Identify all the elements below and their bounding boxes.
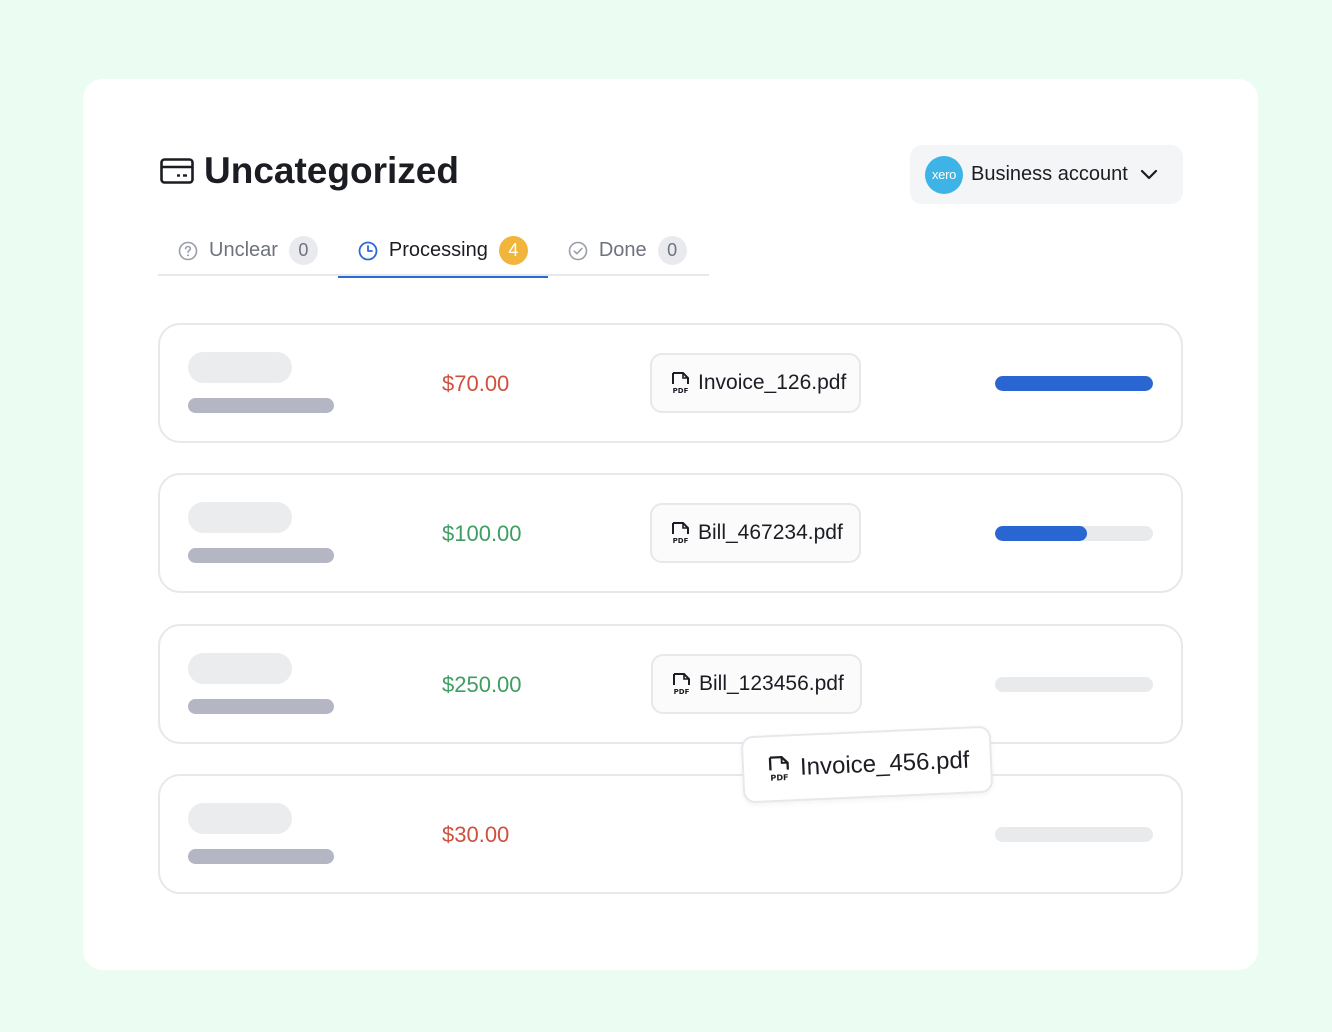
tab-label: Processing bbox=[388, 239, 488, 261]
account-selector[interactable]: xero Business account bbox=[910, 145, 1183, 204]
pdf-file-icon: PDF bbox=[671, 522, 690, 544]
check-circle-icon bbox=[568, 241, 588, 261]
file-name: Bill_123456.pdf bbox=[699, 672, 844, 695]
amount: $70.00 bbox=[442, 371, 510, 396]
amount: $30.00 bbox=[442, 822, 510, 847]
transaction-row[interactable]: $100.00 PDF Bill_467234.pdf bbox=[158, 473, 1183, 593]
count-badge: 4 bbox=[498, 236, 528, 265]
progress-bar bbox=[995, 526, 1153, 541]
skeleton-title bbox=[188, 803, 292, 834]
page-title: Uncategorized bbox=[204, 150, 459, 191]
skeleton-subtitle bbox=[188, 398, 334, 413]
file-chip[interactable]: PDF Bill_467234.pdf bbox=[650, 503, 861, 563]
skeleton-subtitle bbox=[188, 699, 334, 714]
skeleton-subtitle bbox=[188, 548, 334, 563]
skeleton-title bbox=[188, 502, 292, 533]
file-name: Invoice_126.pdf bbox=[698, 371, 847, 394]
amount: $250.00 bbox=[442, 672, 522, 697]
page-header: Uncategorized bbox=[160, 150, 459, 192]
count-badge: 0 bbox=[657, 236, 687, 265]
count-badge: 0 bbox=[288, 236, 318, 265]
svg-text:PDF: PDF bbox=[770, 772, 789, 782]
question-circle-icon bbox=[178, 241, 198, 261]
skeleton-title bbox=[188, 352, 292, 383]
svg-text:PDF: PDF bbox=[674, 688, 690, 695]
dragged-file-chip[interactable]: PDF Invoice_456.pdf bbox=[740, 725, 994, 804]
tab-label: Unclear bbox=[209, 239, 278, 261]
skeleton-subtitle bbox=[188, 849, 334, 864]
transaction-row[interactable]: $70.00 PDF Invoice_126.pdf bbox=[158, 323, 1183, 443]
skeleton-title bbox=[188, 653, 292, 684]
file-chip[interactable]: PDF Invoice_126.pdf bbox=[650, 353, 861, 413]
tab-processing[interactable]: Processing 4 bbox=[337, 225, 548, 278]
svg-text:PDF: PDF bbox=[673, 387, 689, 394]
tab-unclear[interactable]: Unclear 0 bbox=[158, 225, 338, 276]
svg-text:PDF: PDF bbox=[673, 537, 689, 544]
file-name: Invoice_456.pdf bbox=[799, 746, 970, 781]
progress-bar bbox=[995, 677, 1153, 692]
progress-bar bbox=[995, 827, 1153, 842]
tab-done[interactable]: Done 0 bbox=[548, 225, 707, 276]
progress-fill bbox=[995, 376, 1153, 391]
pdf-file-icon: PDF bbox=[671, 372, 690, 394]
amount: $100.00 bbox=[442, 521, 522, 546]
transaction-row[interactable]: $250.00 PDF Bill_123456.pdf bbox=[158, 624, 1183, 744]
chevron-down-icon bbox=[1140, 169, 1158, 180]
pdf-file-icon: PDF bbox=[672, 673, 691, 695]
file-name: Bill_467234.pdf bbox=[698, 521, 843, 544]
pdf-file-icon: PDF bbox=[768, 755, 791, 782]
progress-bar bbox=[995, 376, 1153, 391]
status-tabs: Unclear 0 Processing 4 Done 0 bbox=[158, 225, 709, 278]
xero-logo: xero bbox=[925, 155, 963, 194]
card-icon bbox=[160, 157, 194, 185]
transaction-row[interactable]: $30.00 bbox=[158, 774, 1183, 894]
clock-icon bbox=[358, 241, 378, 261]
progress-fill bbox=[995, 526, 1087, 541]
file-chip[interactable]: PDF Bill_123456.pdf bbox=[651, 654, 862, 714]
account-label: Business account bbox=[971, 163, 1128, 185]
tab-label: Done bbox=[598, 239, 647, 261]
